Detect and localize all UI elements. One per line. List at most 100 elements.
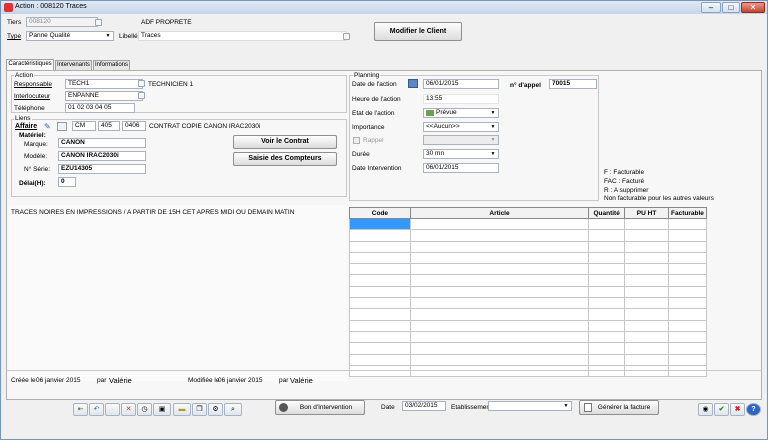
tab-informations[interactable]: Informations [93, 60, 130, 70]
telephone-field[interactable]: 01 02 03 04 05 [65, 103, 135, 113]
telephone-label: Téléphone [14, 105, 45, 112]
modified-by-label: par [279, 377, 289, 384]
undo-icon[interactable]: ↶ [89, 403, 104, 416]
modified-label: Modifiée le [188, 377, 220, 384]
saisie-compteurs-button[interactable]: Saisie des Compteurs [233, 152, 337, 166]
table-row[interactable] [349, 319, 708, 332]
rappel-checkbox[interactable] [353, 137, 360, 144]
appel-field[interactable]: 70015 [549, 79, 597, 89]
col-article[interactable]: Article [409, 207, 590, 219]
document-icon[interactable] [57, 122, 67, 131]
col-pu-ht[interactable]: PU HT [624, 207, 669, 219]
tag-icon[interactable]: ▬ [173, 403, 191, 416]
table-row[interactable] [349, 308, 708, 321]
copy-icon[interactable]: ❐ [192, 403, 207, 416]
first-record-icon[interactable]: ⇤ [73, 403, 88, 416]
heure-field[interactable]: 13:55 [423, 94, 499, 104]
table-row[interactable] [349, 285, 708, 299]
importance-select[interactable]: <<Aucun>> ▼ [423, 122, 499, 132]
table-row[interactable] [349, 353, 708, 366]
clock-icon[interactable]: ◷ [137, 403, 152, 416]
affaire-code1[interactable]: CM [72, 121, 96, 131]
delete-icon[interactable]: ✕ [121, 403, 136, 416]
rappel-select[interactable]: ▼ [423, 135, 499, 145]
chevron-down-icon: ▼ [490, 151, 496, 157]
generer-facture-button[interactable]: Générer la facture [579, 400, 659, 415]
chevron-down-icon: ▼ [490, 110, 496, 116]
libelle-field[interactable]: Traces [138, 31, 347, 41]
table-row[interactable] [349, 251, 708, 265]
interlocuteur-label: Interlocuteur [14, 93, 51, 100]
articles-table[interactable]: Code Article Quantité PU HT Facturable [349, 207, 708, 378]
duree-select[interactable]: 30 mn ▼ [423, 149, 499, 159]
window-icon[interactable]: ▣ [153, 403, 171, 416]
table-row[interactable] [349, 229, 708, 242]
col-quantite[interactable]: Quantité [588, 207, 626, 219]
tools-icon[interactable]: ⚙ [208, 403, 223, 416]
affaire-code2[interactable]: 405 [98, 121, 120, 131]
etat-select[interactable]: Prévue ▼ [423, 108, 499, 118]
type-select[interactable]: Panne Qualité ▼ [26, 31, 114, 41]
table-row[interactable] [349, 274, 708, 287]
responsable-field[interactable]: TECH1 [65, 79, 143, 89]
notes-text: TRACES NOIRES EN IMPRESSIONS / A PARTIR … [11, 209, 295, 216]
contract-text: CONTRAT COPIE CANON IRAC2030i [149, 123, 261, 130]
minimize-button[interactable]: – [701, 2, 721, 13]
delai-field[interactable]: 0 [58, 177, 76, 187]
interlocuteur-lookup-button[interactable] [138, 92, 145, 99]
preview-icon[interactable]: ◉ [698, 403, 713, 416]
close-button[interactable]: ✕ [741, 2, 765, 13]
voir-contrat-button[interactable]: Voir le Contrat [233, 135, 337, 149]
tiers-field[interactable]: 008120 [26, 17, 98, 27]
tab-intervenants[interactable]: Intervenants [55, 60, 92, 70]
maximize-button[interactable]: □ [722, 2, 740, 13]
etablissement-select[interactable]: ▼ [488, 401, 572, 411]
modify-client-button[interactable]: Modifier le Client [374, 22, 462, 41]
chevron-down-icon: ▼ [105, 33, 111, 39]
date-action-field[interactable]: 06/01/2015 [423, 79, 499, 89]
table-row[interactable] [349, 342, 708, 355]
validate-icon[interactable]: ✔ [714, 403, 729, 416]
date-intervention-field[interactable]: 06/01/2015 [423, 163, 499, 173]
rappel-label: Rappel [363, 137, 384, 144]
responsable-lookup-button[interactable] [138, 80, 145, 87]
disabled-icon[interactable]: · [105, 403, 120, 416]
legend-f: F : Facturable [604, 169, 645, 176]
table-row[interactable] [349, 217, 708, 231]
serie-field[interactable]: EZU14305 [58, 164, 146, 174]
cancel-icon[interactable]: ✖ [730, 403, 745, 416]
table-row[interactable] [349, 330, 708, 344]
window-title: Action : 008120 Traces [15, 3, 87, 10]
etat-label: Etat de l'action [352, 110, 395, 117]
help-icon[interactable]: ? [746, 403, 761, 416]
marque-field[interactable]: CANON [58, 138, 146, 148]
chevron-down-icon: ▼ [490, 137, 496, 143]
libelle-label: Libellé [119, 33, 138, 40]
bon-intervention-button[interactable]: Bon d'Intervention [275, 400, 365, 415]
table-row[interactable] [349, 263, 708, 276]
affaire-code3[interactable]: 0406 [122, 121, 146, 131]
chevron-down-icon: ▼ [490, 124, 496, 130]
chevron-down-icon: ▼ [563, 403, 569, 409]
date-intervention-label: Date Intervention [352, 165, 402, 172]
modele-field[interactable]: CANON IRAC2030i [58, 151, 146, 161]
contract-link-icon[interactable]: ✎ [44, 122, 54, 131]
bottom-date-field[interactable]: 03/02/2015 [402, 401, 446, 411]
modified-by: Valérie [290, 376, 313, 385]
tab-caracteristiques[interactable]: Caractéristiques [6, 59, 54, 70]
modified-date: 06 janvier 2015 [218, 377, 263, 384]
table-row[interactable] [349, 240, 708, 253]
planning-group-label: Planning [353, 72, 381, 79]
col-code[interactable]: Code [349, 207, 411, 219]
delai-label: Délai(H): [19, 180, 46, 187]
modele-label: Modèle: [24, 153, 48, 160]
bottom-date-label: Date [381, 404, 395, 411]
calendar-icon[interactable] [408, 79, 418, 88]
notes-area[interactable]: TRACES NOIRES EN IMPRESSIONS / A PARTIR … [9, 205, 347, 381]
search-icon[interactable]: ⌕ [224, 403, 242, 416]
table-row[interactable] [349, 297, 708, 310]
interlocuteur-field[interactable]: ENPANNE [65, 91, 143, 101]
libelle-lookup-button[interactable] [343, 33, 350, 40]
tiers-lookup-button[interactable] [95, 19, 102, 26]
col-facturable[interactable]: Facturable [667, 207, 708, 219]
